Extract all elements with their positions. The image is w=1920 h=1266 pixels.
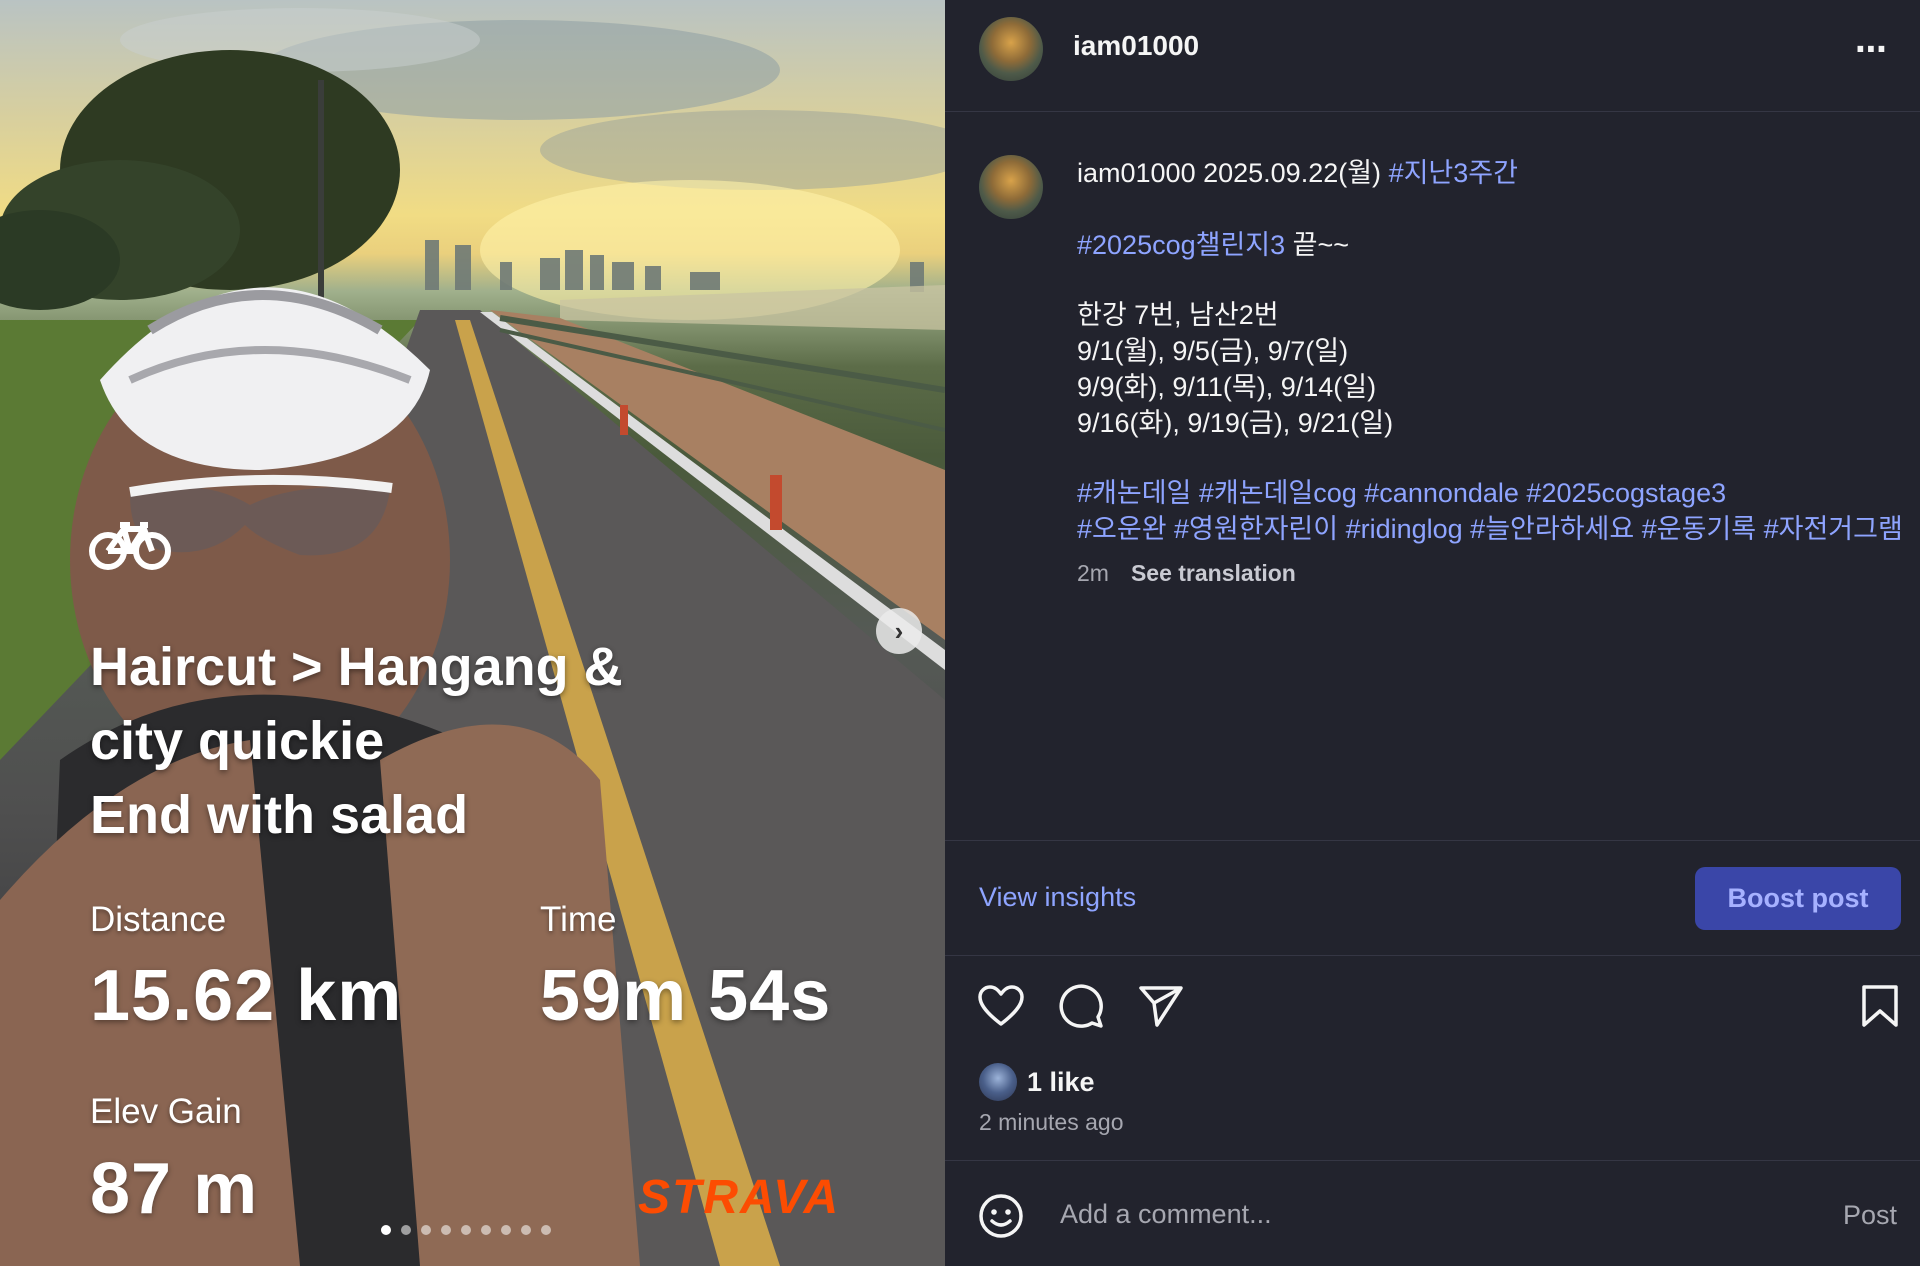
post-comment-button[interactable]: Post [1843, 1200, 1897, 1231]
caption-line-1: iam01000 2025.09.22(월) #지난3주간 [1077, 155, 1917, 191]
activity-title-line: End with salad [90, 785, 469, 845]
header-divider [945, 111, 1920, 112]
carousel-dot[interactable] [521, 1225, 531, 1235]
carousel-dot[interactable] [541, 1225, 551, 1235]
strava-logo: STRAVA [638, 1171, 841, 1224]
liker-avatar[interactable] [979, 1063, 1017, 1101]
carousel-dot[interactable] [461, 1225, 471, 1235]
carousel-dot[interactable] [421, 1225, 431, 1235]
time-label: Time [540, 900, 617, 939]
comment-bubble-icon[interactable] [1057, 982, 1105, 1030]
caption-date: 2025.09.22(월) [1195, 158, 1389, 188]
post-username[interactable]: iam01000 [1073, 30, 1199, 62]
comment-divider [945, 1160, 1920, 1161]
time-ago: 2m [1077, 560, 1109, 586]
hashtag-link[interactable]: #2025cog챌린지3 [1077, 230, 1285, 260]
caption-line-2: #2025cog챌린지3 끝~~ [1077, 227, 1917, 263]
carousel-dot[interactable] [381, 1225, 391, 1235]
activity-title-line: Haircut > Hangang & [90, 637, 623, 697]
hashtags-line[interactable]: #오운완 #영원한자린이 #ridinglog #늘안라하세요 #운동기록 #자… [1077, 511, 1917, 547]
see-translation-link[interactable]: See translation [1131, 560, 1296, 586]
caption-body-line: 9/1(월), 9/5(금), 9/7(일) [1077, 336, 1349, 366]
caption-body-line: 9/16(화), 9/19(금), 9/21(일) [1077, 408, 1394, 438]
chevron-right-icon: › [894, 615, 904, 646]
caption-avatar[interactable] [979, 155, 1043, 219]
post-caption: iam01000 2025.09.22(월) #지난3주간 #2025cog챌린… [1077, 155, 1917, 547]
share-send-icon[interactable] [1137, 982, 1185, 1030]
like-heart-icon[interactable] [977, 982, 1025, 1030]
caption-text: 끝~~ [1285, 230, 1350, 260]
likes-count[interactable]: 1 like [1027, 1067, 1095, 1098]
hashtag-link[interactable]: #지난3주간 [1389, 158, 1518, 188]
actions-divider [945, 955, 1920, 956]
more-options-icon[interactable]: ⋯ [1855, 30, 1889, 68]
carousel-next-button[interactable]: › [876, 608, 922, 654]
posted-time: 2 minutes ago [979, 1109, 1124, 1135]
carousel-dot[interactable] [481, 1225, 491, 1235]
insights-divider [945, 840, 1920, 841]
carousel-dot[interactable] [401, 1225, 411, 1235]
caption-body-line: 한강 7번, 남산2번 [1077, 300, 1279, 330]
distance-value: 15.62 km [90, 956, 403, 1036]
hashtags-line[interactable]: #캐논데일 #캐논데일cog #cannondale #2025cogstage… [1077, 475, 1917, 511]
activity-title: Haircut > Hangang & city quickie End wit… [90, 630, 830, 852]
bookmark-icon[interactable] [1858, 982, 1902, 1030]
boost-post-button[interactable]: Boost post [1695, 867, 1901, 930]
distance-label: Distance [90, 900, 227, 939]
view-insights-link[interactable]: View insights [979, 882, 1136, 913]
elev-gain-value: 87 m [90, 1149, 259, 1229]
emoji-smiley-icon[interactable] [977, 1192, 1025, 1240]
avatar[interactable] [979, 17, 1043, 81]
elev-gain-label: Elev Gain [90, 1092, 242, 1131]
carousel-dot[interactable] [441, 1225, 451, 1235]
post-photo[interactable]: Haircut > Hangang & city quickie End wit… [0, 0, 945, 1266]
carousel-dots [381, 1225, 551, 1235]
caption-body-line: 9/9(화), 9/11(목), 9/14(일) [1077, 372, 1377, 402]
comment-input[interactable] [1058, 1198, 1582, 1231]
time-value: 59m 54s [540, 956, 832, 1036]
carousel-dot[interactable] [501, 1225, 511, 1235]
caption-meta: 2m See translation [1077, 560, 1296, 587]
activity-title-line: city quickie [90, 711, 385, 771]
caption-author[interactable]: iam01000 [1077, 158, 1196, 188]
